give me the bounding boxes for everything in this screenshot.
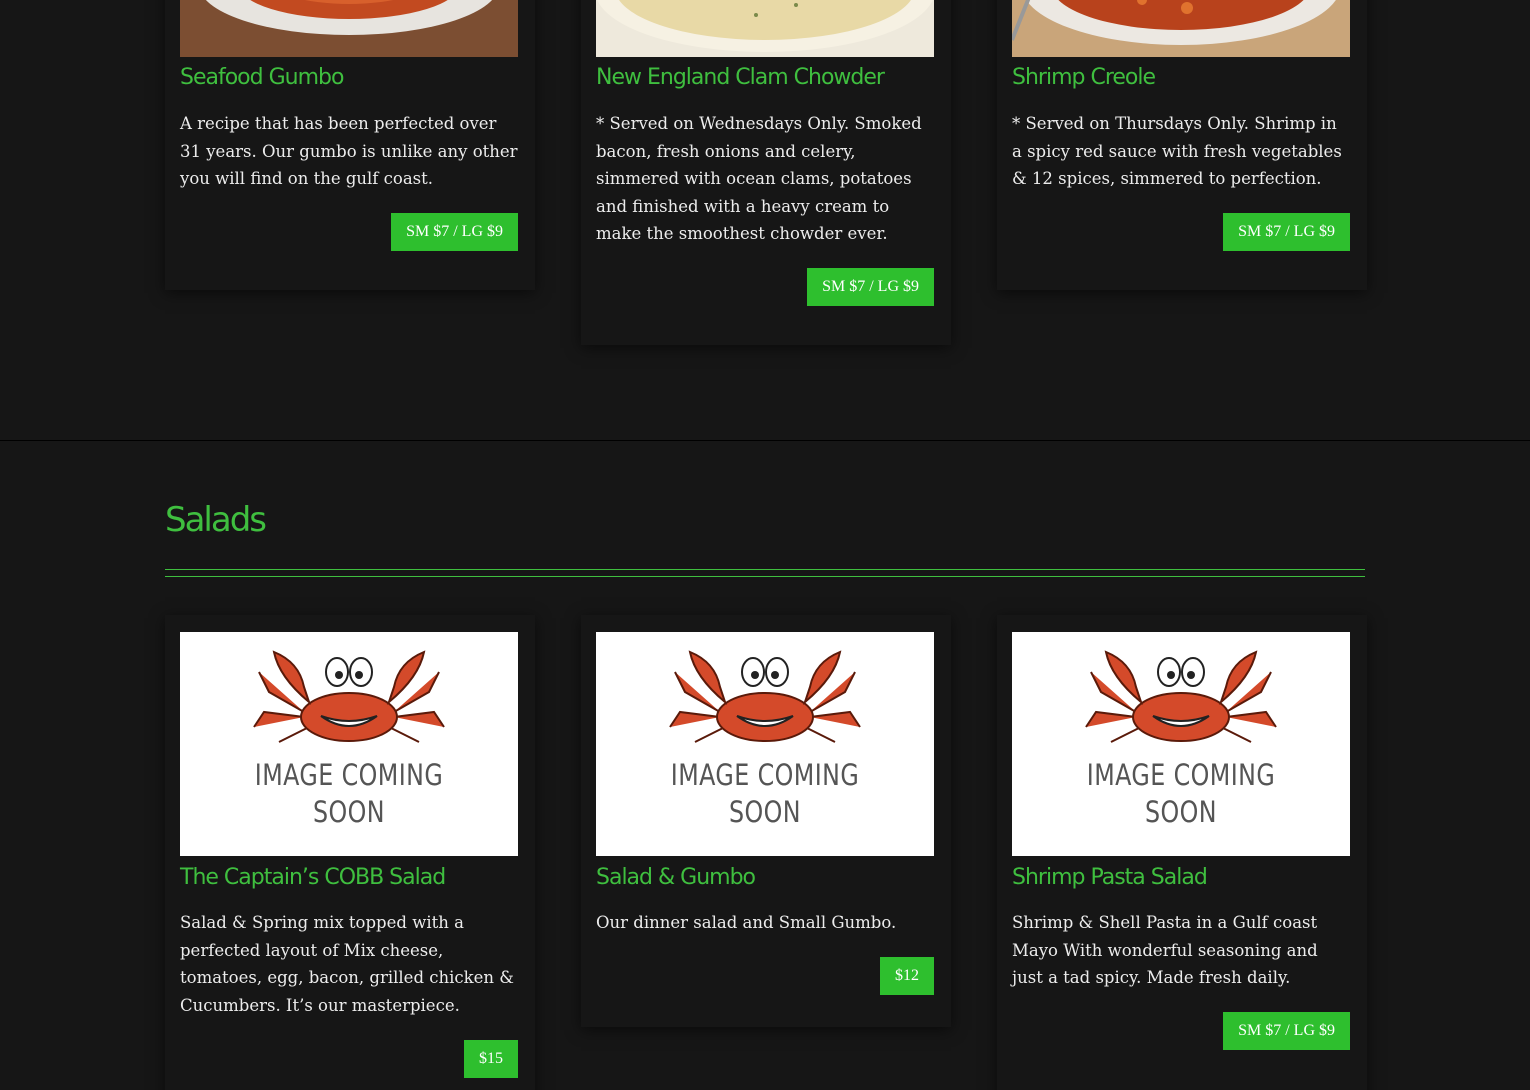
menu-item-title: The Captain’s COBB Salad	[180, 865, 446, 890]
image-coming-soon: IMAGE COMING SOON	[180, 632, 518, 856]
price-button[interactable]: SM $7 / LG $9	[807, 268, 934, 306]
menu-item-description: Salad & Spring mix topped with a perfect…	[180, 913, 514, 1015]
seafood-gumbo-photo	[180, 0, 518, 57]
menu-card-shrimp-pasta-salad: IMAGE COMING SOON Shrimp Pasta Salad Shr…	[997, 615, 1367, 1090]
price-button[interactable]: SM $7 / LG $9	[391, 213, 518, 251]
placeholder-text-line2: SOON	[313, 795, 385, 829]
shrimp-creole-photo	[1012, 0, 1350, 57]
section-rule	[165, 576, 1365, 577]
price-button[interactable]: SM $7 / LG $9	[1223, 1012, 1350, 1050]
image-coming-soon: IMAGE COMING SOON	[596, 632, 934, 856]
placeholder-text-line1: IMAGE COMING	[254, 758, 444, 792]
menu-card-shrimp-creole: Shrimp Creole * Served on Thursdays Only…	[997, 0, 1367, 290]
placeholder-text-line2: SOON	[729, 795, 801, 829]
menu-item-title: Shrimp Creole	[1012, 65, 1156, 90]
section-title-salads: Salads	[165, 500, 267, 540]
menu-item-description: Our dinner salad and Small Gumbo.	[596, 913, 897, 932]
section-rule	[165, 569, 1365, 570]
menu-item-title: Shrimp Pasta Salad	[1012, 865, 1208, 890]
crab-icon	[1085, 650, 1277, 743]
price-button[interactable]: $15	[464, 1040, 518, 1078]
image-coming-soon: IMAGE COMING SOON	[1012, 632, 1350, 856]
menu-card-clam-chowder: New England Clam Chowder * Served on Wed…	[581, 0, 951, 345]
crab-icon	[669, 650, 861, 743]
menu-item-title: Seafood Gumbo	[180, 65, 344, 90]
clam-chowder-photo	[596, 0, 934, 57]
section-divider	[0, 440, 1530, 441]
menu-item-title: New England Clam Chowder	[596, 65, 885, 90]
price-button[interactable]: $12	[880, 957, 934, 995]
placeholder-text-line2: SOON	[1145, 795, 1217, 829]
menu-item-description: * Served on Wednesdays Only. Smoked baco…	[596, 114, 922, 243]
menu-item-description: A recipe that has been perfected over 31…	[180, 114, 518, 188]
placeholder-text-line1: IMAGE COMING	[670, 758, 860, 792]
menu-item-title: Salad & Gumbo	[596, 865, 756, 890]
price-button[interactable]: SM $7 / LG $9	[1223, 213, 1350, 251]
crab-icon	[253, 650, 445, 743]
menu-card-seafood-gumbo: Seafood Gumbo A recipe that has been per…	[165, 0, 535, 290]
menu-card-cobb-salad: IMAGE COMING SOON The Captain’s COBB Sal…	[165, 615, 535, 1090]
menu-item-description: * Served on Thursdays Only. Shrimp in a …	[1012, 114, 1342, 188]
menu-item-description: Shrimp & Shell Pasta in a Gulf coast May…	[1012, 913, 1318, 987]
placeholder-text-line1: IMAGE COMING	[1086, 758, 1276, 792]
menu-card-salad-gumbo: IMAGE COMING SOON Salad & Gumbo Our dinn…	[581, 615, 951, 1027]
